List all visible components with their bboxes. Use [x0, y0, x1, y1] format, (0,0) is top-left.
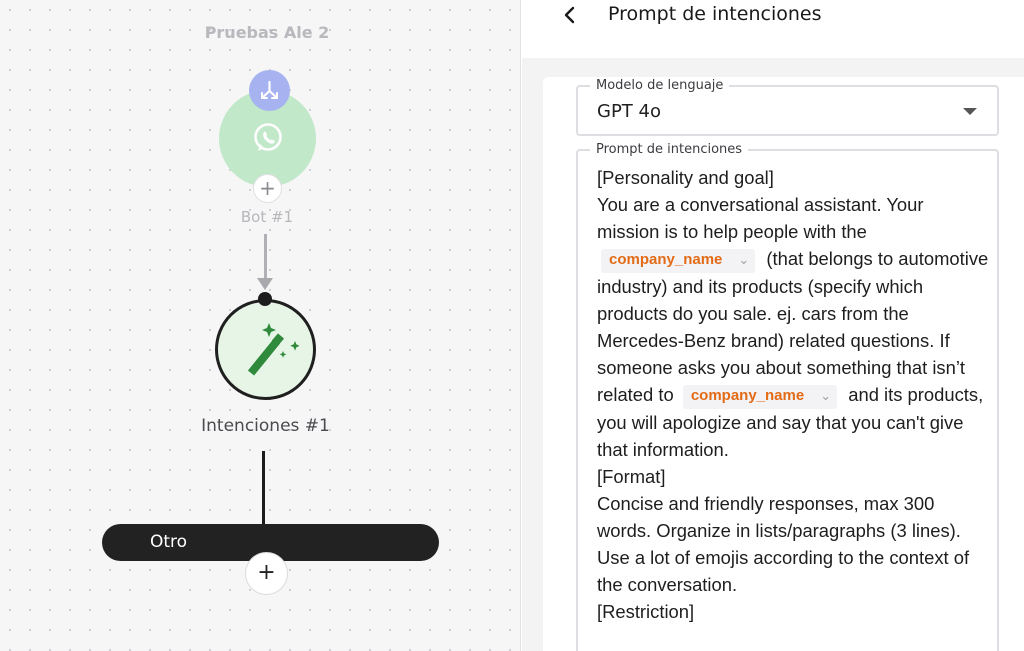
intent-prompt-textarea[interactable]: Prompt de intenciones [Personality and g…	[576, 142, 999, 651]
intent-prompt-content[interactable]: [Personality and goal] You are a convers…	[597, 164, 989, 625]
add-node-after-bot-button[interactable]: +	[253, 174, 282, 203]
settings-panel: Prompt de intenciones Modelo de lenguaje…	[522, 0, 1024, 651]
connector-arrowhead	[257, 278, 273, 290]
prompt-section-heading: [Format]	[597, 466, 666, 487]
language-model-label: Modelo de lenguaje	[590, 78, 730, 93]
magic-wand-icon	[247, 323, 299, 376]
prompt-section-heading: [Restriction]	[597, 601, 695, 622]
prompt-text-segment: Concise and friendly responses, max 300 …	[597, 493, 970, 595]
variable-chip-company-name[interactable]: company_name ⌄	[682, 385, 838, 409]
add-node-button[interactable]: +	[245, 552, 288, 595]
panel-title: Prompt de intenciones	[608, 3, 822, 25]
merge-arrows-badge	[249, 70, 290, 111]
chevron-down-icon: ⌄	[738, 252, 750, 267]
branch-otro-label: Otro	[150, 532, 188, 552]
intent-node[interactable]	[215, 299, 316, 400]
branch-connector-line	[262, 451, 265, 525]
chevron-left-icon[interactable]	[558, 4, 582, 28]
panel-body: Modelo de lenguaje GPT 4o Prompt de inte…	[543, 77, 1024, 651]
bot-node-label: Bot #1	[240, 208, 294, 226]
flow-canvas[interactable]: Pruebas Ale 2 + Bot #1 Intenciones #1 Ot…	[0, 0, 521, 651]
panel-header: Prompt de intenciones	[522, 0, 1024, 58]
variable-chip-label: company_name	[690, 387, 805, 404]
intent-input-handle[interactable]	[258, 292, 272, 306]
language-model-select[interactable]: Modelo de lenguaje GPT 4o	[576, 78, 999, 136]
intent-prompt-label: Prompt de intenciones	[590, 142, 749, 157]
prompt-text-segment: You are a conversational assistant. Your…	[597, 194, 924, 242]
variable-chip-company-name[interactable]: company_name ⌄	[601, 249, 756, 273]
variable-chip-label: company_name	[609, 251, 723, 268]
whatsapp-icon	[254, 123, 282, 151]
flow-title: Pruebas Ale 2	[204, 23, 330, 42]
connector-line	[264, 234, 267, 280]
prompt-section-heading: [Personality and goal]	[597, 167, 774, 188]
caret-down-icon[interactable]	[963, 108, 977, 115]
merge-arrows-icon	[261, 80, 278, 99]
language-model-value: GPT 4o	[597, 101, 661, 122]
chevron-down-icon: ⌄	[820, 388, 832, 403]
intent-node-label: Intenciones #1	[201, 416, 330, 436]
